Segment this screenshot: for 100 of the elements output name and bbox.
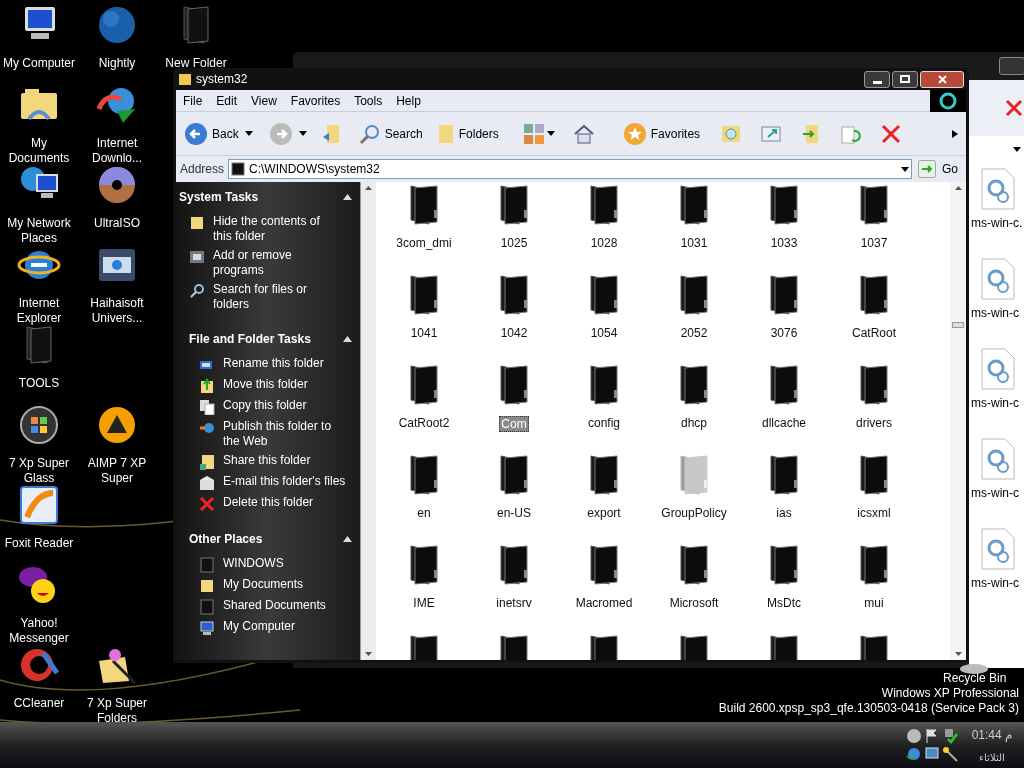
menu-item[interactable]: View — [244, 91, 284, 110]
gear-document-item[interactable]: ms-win-c — [971, 348, 1024, 412]
folder-item[interactable]: Microsoft — [649, 544, 739, 634]
monitor-icon[interactable] — [923, 746, 940, 762]
folder-item[interactable]: 3com_dmi — [379, 184, 469, 274]
desktop-icon[interactable]: Foxit Reader — [0, 483, 78, 551]
delete-icon[interactable] — [1005, 99, 1023, 117]
task-link[interactable]: My Computer — [223, 619, 347, 636]
dropdown-icon[interactable] — [244, 131, 253, 136]
folder-item[interactable]: MsDtc — [739, 544, 829, 634]
wand-icon[interactable] — [941, 746, 958, 762]
task-link[interactable]: Search for files or folders — [213, 282, 337, 312]
desktop-icon[interactable]: Internet Explorer — [0, 243, 78, 326]
clock-day[interactable]: الثلاثاء — [978, 749, 1005, 765]
desktop-icon[interactable]: UltraISO — [78, 163, 156, 231]
smiley-icon[interactable] — [905, 728, 922, 744]
section-title[interactable]: Other Places — [189, 530, 263, 548]
folder-item[interactable]: en-US — [469, 454, 559, 544]
views-icon[interactable] — [522, 122, 555, 145]
folders-button[interactable]: Folders — [436, 122, 499, 145]
folder-item[interactable]: 1042 — [469, 274, 559, 364]
folder-item[interactable]: 1025 — [469, 184, 559, 274]
task-link[interactable]: Hide the contents of this folder — [213, 214, 337, 244]
collapse-icon[interactable] — [343, 336, 352, 342]
task-link[interactable]: Publish this folder to the Web — [223, 419, 347, 449]
back-button[interactable]: Back — [184, 121, 239, 146]
clock-time[interactable]: 01:44 م — [971, 725, 1012, 744]
gear-document-item[interactable]: ms-win-c. — [971, 168, 1024, 232]
maximize-button[interactable] — [892, 70, 918, 88]
folder-item[interactable]: 1054 — [559, 274, 649, 364]
go-button[interactable]: Go — [916, 160, 962, 178]
scroll-thumb[interactable] — [952, 322, 964, 328]
collapse-icon[interactable] — [343, 194, 352, 200]
menu-item[interactable]: Help — [389, 91, 428, 110]
collapse-icon[interactable] — [343, 536, 352, 542]
desktop-icon[interactable]: Yahoo! Messenger — [0, 563, 78, 646]
desktop-icon[interactable]: My Documents — [0, 83, 78, 166]
folder-item[interactable]: CatRoot2 — [379, 364, 469, 454]
folder-item[interactable]: GroupPolicy — [649, 454, 739, 544]
scroll-up-icon[interactable] — [954, 186, 962, 190]
task-link[interactable]: Add or remove programs — [213, 248, 337, 278]
desktop-icon[interactable]: Haihaisoft Univers... — [78, 243, 156, 326]
folder-item[interactable]: export — [559, 454, 649, 544]
task-link[interactable]: My Documents — [223, 577, 347, 594]
task-link[interactable]: Share this folder — [223, 453, 347, 470]
menu-item[interactable]: Favorites — [283, 91, 348, 110]
gear-document-item[interactable]: ms-win-c — [971, 528, 1024, 592]
dropdown-icon[interactable] — [298, 131, 307, 136]
folder-item[interactable]: dllcache — [739, 364, 829, 454]
folder-item[interactable]: 1041 — [379, 274, 469, 364]
desktop-icon[interactable]: My Computer — [0, 3, 78, 71]
menu-item[interactable]: File — [176, 91, 210, 110]
task-link[interactable]: Shared Documents — [223, 598, 347, 615]
desktop-icon[interactable]: Internet Downlo... — [78, 83, 156, 166]
folder-item[interactable]: en — [379, 454, 469, 544]
folder-item[interactable]: dhcp — [649, 364, 739, 454]
scroll-down-icon[interactable] — [365, 652, 372, 656]
folder-item[interactable]: 1031 — [649, 184, 739, 274]
folder-item[interactable]: 1037 — [829, 184, 919, 274]
folder-item[interactable]: IME — [379, 544, 469, 634]
folder-item[interactable]: ias — [739, 454, 829, 544]
folder-item[interactable]: config — [559, 364, 649, 454]
scroll-up-icon[interactable] — [365, 186, 372, 190]
minimize-button[interactable] — [864, 70, 890, 88]
gear-document-item[interactable]: ms-win-c — [971, 438, 1024, 502]
close-button[interactable] — [920, 70, 964, 88]
task-link[interactable]: Copy this folder — [223, 398, 347, 415]
desktop-icon[interactable]: AIMP 7 XP Super — [78, 403, 156, 486]
dropdown-icon[interactable] — [1013, 146, 1021, 152]
folder-item[interactable]: CatRoot — [829, 274, 919, 364]
favorites-button[interactable]: Favorites — [622, 121, 701, 146]
address-field[interactable]: C:\WINDOWS\system32 — [228, 159, 912, 179]
globe-arrows-icon[interactable] — [905, 746, 922, 762]
menu-item[interactable]: Tools — [347, 91, 390, 110]
desktop-icon[interactable]: New Folder — [157, 3, 235, 71]
folder-item[interactable]: Macromed — [559, 544, 649, 634]
folder-item[interactable]: mui — [829, 544, 919, 634]
folder-item[interactable]: 3076 — [739, 274, 829, 364]
task-link[interactable]: Delete this folder — [223, 495, 347, 512]
desktop-icon[interactable]: 7 Xp Super Folders — [78, 643, 156, 726]
section-title[interactable]: System Tasks — [179, 188, 259, 206]
gear-document-item[interactable]: ms-win-c — [971, 258, 1024, 322]
folder-item[interactable]: inetsrv — [469, 544, 559, 634]
desktop-icon[interactable]: Nightly — [78, 3, 156, 71]
desktop-icon[interactable]: 7 Xp Super Glass — [0, 403, 78, 486]
delete-icon[interactable] — [880, 122, 903, 145]
task-link[interactable]: E-mail this folder's files — [223, 474, 347, 491]
folder-item[interactable]: icsxml — [829, 454, 919, 544]
task-link[interactable]: Rename this folder — [223, 356, 347, 373]
section-title[interactable]: File and Folder Tasks — [189, 330, 311, 348]
folder-item[interactable]: 1033 — [739, 184, 829, 274]
folder-item[interactable]: 2052 — [649, 274, 739, 364]
desktop-icon-label[interactable]: Recycle Bin — [943, 671, 1007, 685]
task-link[interactable]: WINDOWS — [223, 556, 347, 573]
dropdown-icon[interactable] — [901, 166, 909, 172]
folder-item[interactable]: drivers — [829, 364, 919, 454]
scroll-down-icon[interactable] — [954, 652, 962, 656]
content-scrollbar[interactable] — [950, 182, 966, 660]
more-icon[interactable] — [952, 129, 958, 138]
desktop-icon[interactable]: My Network Places — [0, 163, 78, 246]
